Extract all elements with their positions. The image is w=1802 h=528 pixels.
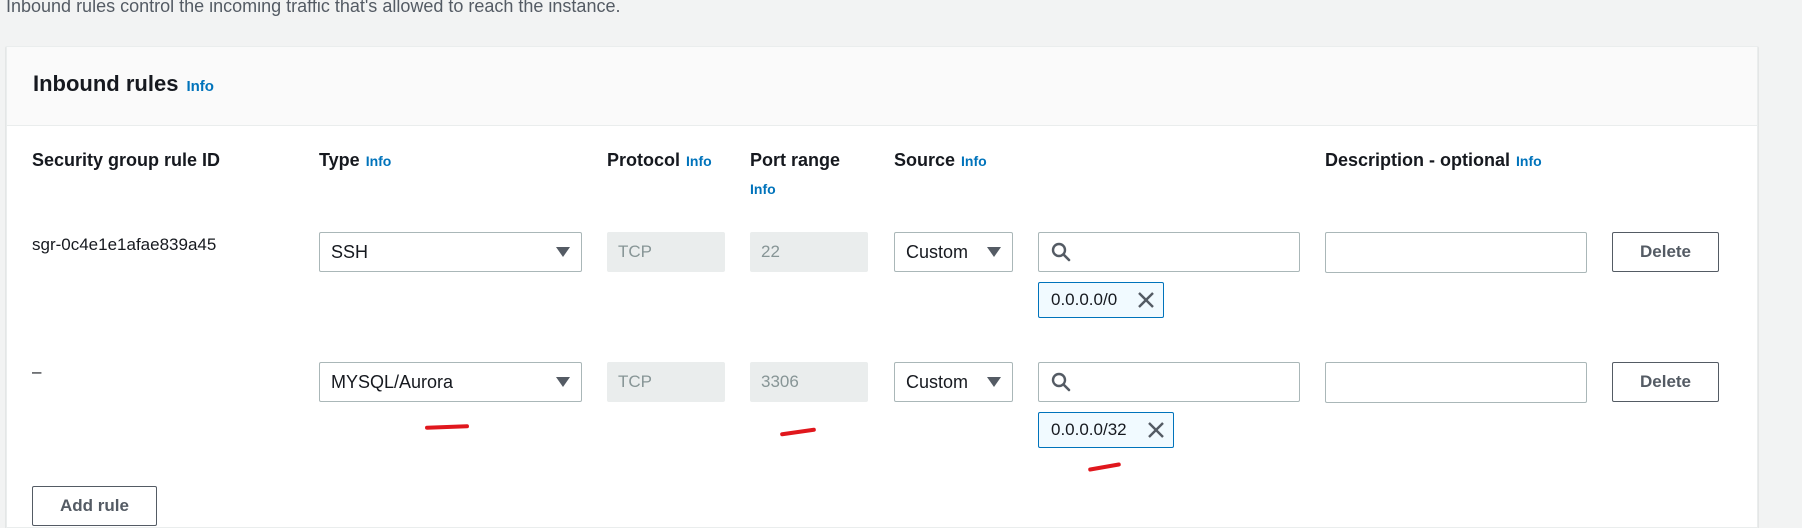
type-select-value: MYSQL/Aurora	[331, 371, 454, 392]
rule-id: sgr-0c4e1e1afae839a45	[32, 235, 217, 254]
protocol-info-link[interactable]: Info	[686, 153, 712, 169]
panel-title: Inbound rules Info	[33, 71, 214, 97]
cidr-token: 0.0.0.0/0	[1038, 282, 1164, 318]
source-select-value: Custom	[906, 371, 969, 392]
type-select-value: SSH	[331, 241, 369, 262]
description-input[interactable]	[1325, 232, 1587, 273]
delete-button[interactable]: Delete	[1612, 362, 1719, 402]
type-info-link[interactable]: Info	[366, 153, 392, 169]
col-header-port-range-info: Info	[750, 178, 776, 199]
type-select[interactable]: MYSQL/Aurora	[319, 362, 582, 402]
col-header-protocol: Protocol Info	[607, 150, 712, 171]
port-range-field: 3306	[750, 362, 868, 402]
rule-id: –	[32, 362, 42, 381]
source-select[interactable]: Custom	[894, 232, 1013, 272]
search-icon	[1051, 242, 1071, 262]
intro-text: Inbound rules control the incoming traff…	[6, 0, 621, 16]
panel-info-link[interactable]: Info	[186, 78, 214, 95]
cidr-token-label: 0.0.0.0/32	[1051, 420, 1127, 439]
inbound-rules-panel: Inbound rules Info	[6, 46, 1758, 528]
search-icon	[1051, 372, 1071, 392]
col-header-source-label: Source	[894, 150, 956, 170]
source-search-input[interactable]	[1038, 232, 1300, 272]
close-icon[interactable]	[1137, 291, 1155, 309]
caret-down-icon	[556, 247, 570, 257]
add-rule-button[interactable]: Add rule	[32, 486, 157, 526]
panel-header: Inbound rules Info	[7, 47, 1757, 126]
source-select-value: Custom	[906, 241, 969, 262]
col-header-type: Type Info	[319, 150, 391, 171]
col-header-description-label: Description - optional	[1325, 150, 1511, 170]
caret-down-icon	[987, 377, 1001, 387]
col-header-description: Description - optional Info	[1325, 150, 1542, 171]
description-input[interactable]	[1325, 362, 1587, 403]
col-header-rule-id: Security group rule ID	[32, 150, 221, 170]
caret-down-icon	[556, 377, 570, 387]
delete-button[interactable]: Delete	[1612, 232, 1719, 272]
type-select[interactable]: SSH	[319, 232, 582, 272]
protocol-field: TCP	[607, 232, 725, 272]
col-header-type-label: Type	[319, 150, 360, 170]
close-icon[interactable]	[1147, 421, 1165, 439]
protocol-field: TCP	[607, 362, 725, 402]
port-range-field: 22	[750, 232, 868, 272]
panel-title-text: Inbound rules	[33, 71, 179, 96]
col-header-port-range: Port range	[750, 150, 841, 170]
caret-down-icon	[987, 247, 1001, 257]
cidr-token: 0.0.0.0/32	[1038, 412, 1174, 448]
source-info-link[interactable]: Info	[961, 153, 987, 169]
source-search-input[interactable]	[1038, 362, 1300, 402]
source-select[interactable]: Custom	[894, 362, 1013, 402]
col-header-source: Source Info	[894, 150, 987, 171]
description-info-link[interactable]: Info	[1516, 153, 1542, 169]
col-header-protocol-label: Protocol	[607, 150, 681, 170]
port-range-info-link[interactable]: Info	[750, 181, 776, 197]
cidr-token-label: 0.0.0.0/0	[1051, 290, 1118, 309]
